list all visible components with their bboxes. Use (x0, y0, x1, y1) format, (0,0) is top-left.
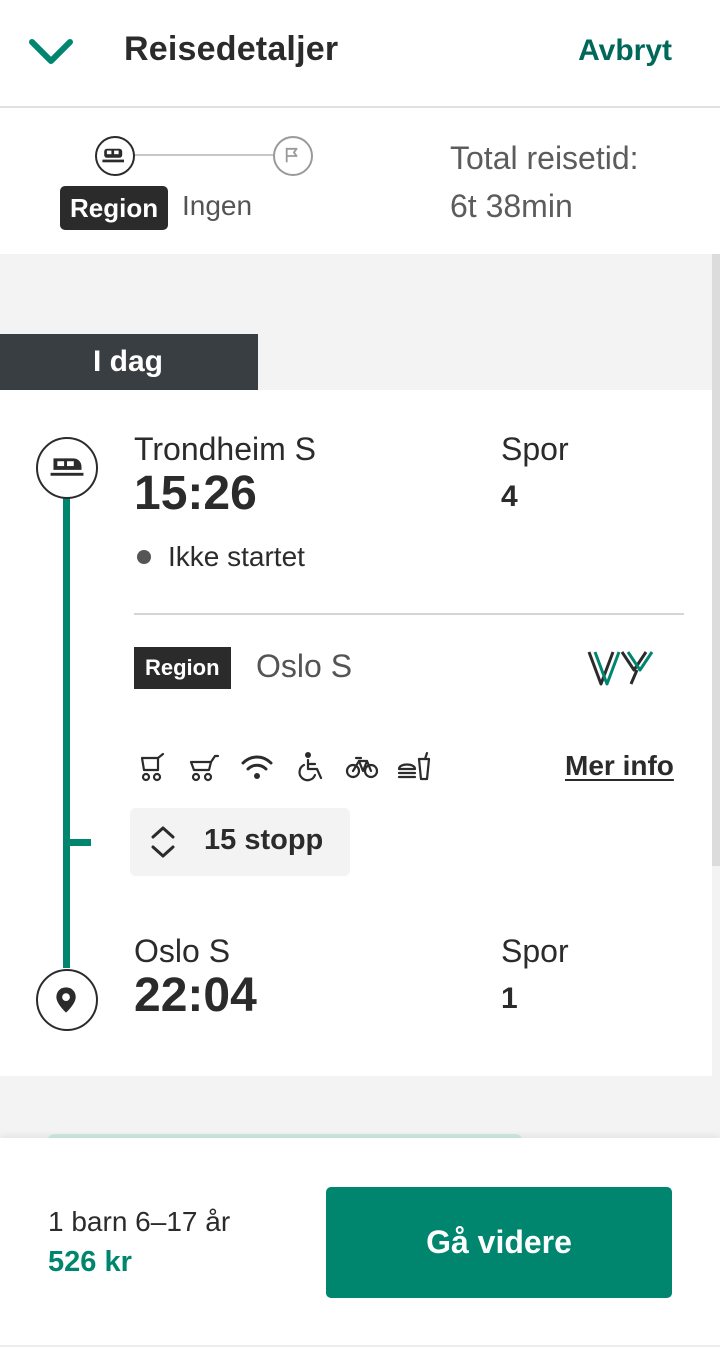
bottom-divider (0, 1345, 720, 1347)
divider (134, 613, 684, 615)
passenger-summary: 1 barn 6–17 år (48, 1206, 231, 1237)
train-icon (36, 437, 98, 499)
arrival-station: Oslo S (134, 933, 231, 969)
wifi-icon (241, 755, 273, 779)
chevron-down-icon[interactable] (26, 30, 76, 74)
more-info-link[interactable]: Mer info (565, 750, 674, 782)
location-pin-icon (36, 969, 98, 1031)
product-badge: Region (134, 647, 231, 689)
cancel-button[interactable]: Avbryt (578, 34, 672, 68)
arrival-track: 1 (501, 982, 518, 1015)
trip-summary: Region Ingen Total reisetid: 6t 38min (0, 110, 720, 254)
stops-label: 15 stopp (204, 824, 324, 856)
day-label: I dag (0, 334, 258, 390)
vy-logo (587, 651, 654, 686)
total-traveltime-label: Total reisetid: (450, 140, 639, 176)
stops-toggle-button[interactable]: 15 stopp (130, 808, 350, 876)
stroller-icon (189, 754, 220, 782)
arrival-time: 22:04 (134, 969, 257, 1022)
top-bar: Reisedetaljer Avbryt (0, 0, 720, 108)
departure-time: 15:26 (134, 467, 257, 520)
departure-station: Trondheim S (134, 431, 316, 467)
train-icon (95, 136, 135, 176)
flag-icon (273, 136, 313, 176)
continue-button[interactable]: Gå videre (326, 1187, 672, 1298)
price: 526 kr (48, 1246, 132, 1278)
timeline-stops-tick (63, 839, 91, 846)
checkout-bar: 1 barn 6–17 år 526 kr Gå videre (0, 1138, 720, 1349)
food-drink-icon (397, 751, 431, 781)
total-traveltime-value: 6t 38min (450, 188, 573, 224)
bicycle-icon (345, 756, 379, 779)
leg-destination: Oslo S (256, 648, 353, 684)
summary-timeline (134, 154, 274, 156)
departure-track-label: Spor (501, 431, 569, 467)
leg-product-tag: Region (60, 186, 169, 230)
wheelchair-icon (298, 752, 323, 782)
expand-icon (151, 826, 175, 858)
timeline-line (63, 496, 70, 968)
transfers-text: Ingen (182, 190, 253, 221)
journey-status: Ikke startet (168, 541, 305, 572)
journey-card (0, 390, 712, 1076)
departure-track: 4 (501, 480, 518, 513)
scrollbar[interactable] (712, 254, 720, 866)
stroller-icon (140, 752, 165, 782)
page-title: Reisedetaljer (124, 30, 339, 68)
status-dot (137, 550, 151, 564)
arrival-track-label: Spor (501, 933, 569, 969)
